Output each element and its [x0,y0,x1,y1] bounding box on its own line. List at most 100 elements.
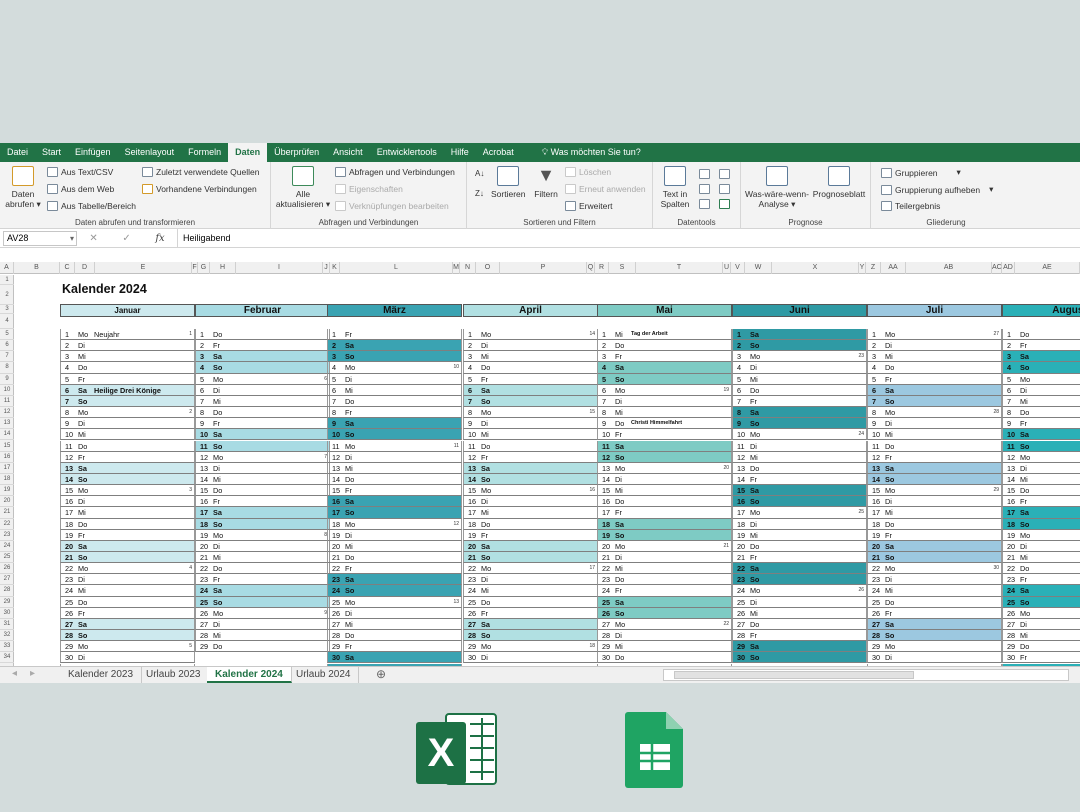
calendar-day[interactable]: 2 Di [60,340,195,352]
from-web-button[interactable]: Aus dem Web [47,184,114,194]
calendar-day[interactable]: 23 Di [463,574,598,586]
calendar-day[interactable]: 25 Sa [597,596,732,608]
calendar-day[interactable]: 15 Do [195,485,330,497]
calendar-day[interactable]: 12 Fr [60,451,195,463]
calendar-day[interactable]: 22 Do [1002,563,1080,575]
name-box[interactable]: AV28 [3,230,77,246]
calendar-day[interactable]: 8 Do [1002,407,1080,419]
calendar-day[interactable]: 26 Fr [60,607,195,619]
flash-fill-icon[interactable] [699,169,710,179]
calendar-day[interactable]: 30 Di [60,652,195,664]
calendar-day[interactable]: 9 Di [463,418,598,430]
calendar-day[interactable]: 12 Di [327,451,462,463]
calendar-day[interactable]: 9 So [732,418,867,430]
calendar-day[interactable]: 3 Sa [195,351,330,363]
calendar-day[interactable]: 19 Di [327,529,462,541]
calendar-day[interactable]: 17 Mi [60,507,195,519]
calendar-day[interactable]: 6 Di [195,384,330,396]
calendar-day[interactable]: 4 So [195,362,330,374]
menu-acrobat[interactable]: Acrobat [476,143,521,162]
recent-sources-button[interactable]: Zuletzt verwendete Quellen [142,167,259,177]
calendar-day[interactable]: 5 Di [327,373,462,385]
calendar-day[interactable]: 6 Do [732,384,867,396]
calendar-day[interactable]: 10 Sa [195,429,330,441]
calendar-day[interactable]: 5 Mo 6 [195,373,330,385]
calendar-day[interactable]: 26 Mo 9 [195,607,330,619]
calendar-day[interactable]: 3 Sa [1002,351,1080,363]
calendar-day[interactable]: 3 Mo 23 [732,351,867,363]
calendar-day[interactable]: 30 So [732,652,867,664]
sort-za-button[interactable]: Z↓ [475,189,484,198]
calendar-day[interactable]: 9 Sa [327,418,462,430]
calendar-day[interactable]: 5 Fr [60,373,195,385]
calendar-day[interactable]: 27 Sa [867,618,1002,631]
properties-button[interactable]: Eigenschaften [335,184,403,194]
text-to-columns-button[interactable]: Text in Spalten [657,166,693,209]
calendar-day[interactable]: 12 Mo 7 [195,451,330,463]
calendar-day[interactable]: 17 Mi [463,507,598,519]
from-table-button[interactable]: Aus Tabelle/Bereich [47,201,136,211]
calendar-day[interactable]: 10 Mo 24 [732,429,867,441]
calendar-day[interactable]: 19 Mi [732,529,867,541]
calendar-day[interactable]: 27 Di [1002,618,1080,631]
calendar-day[interactable]: 20 Sa [60,540,195,552]
calendar-day[interactable]: 29 Mi [597,641,732,653]
calendar-day[interactable]: 9 Do Christi Himmelfahrt [597,418,732,430]
calendar-day[interactable]: 14 Fr [732,473,867,486]
calendar-day[interactable]: 7 Mi [1002,395,1080,408]
menu-einfügen[interactable]: Einfügen [68,143,118,162]
calendar-day[interactable]: 8 Fr [327,407,462,419]
calendar-day[interactable]: 8 Sa [732,407,867,419]
calendar-day[interactable]: 1 Do [1002,329,1080,341]
calendar-day[interactable]: 5 So [597,373,732,385]
calendar-day[interactable]: 23 Di [60,574,195,586]
calendar-day[interactable]: 16 Fr [1002,496,1080,508]
calendar-day[interactable]: 13 Do [732,462,867,474]
calendar-day[interactable]: 23 Di [867,574,1002,586]
menu-formeln[interactable]: Formeln [181,143,228,162]
calendar-day[interactable]: 14 So [867,473,1002,486]
calendar-day[interactable]: 13 Mi [327,462,462,474]
confirm-icon[interactable]: ✓ [122,233,130,244]
calendar-day[interactable]: 13 Sa [60,462,195,474]
calendar-day[interactable]: 24 Mi [60,585,195,597]
filter-button[interactable]: ▼ Filtern [531,166,561,199]
calendar-day[interactable]: 5 Fr [463,373,598,385]
calendar-day[interactable]: 12 Mi [732,451,867,463]
calendar-day[interactable]: 16 Fr [195,496,330,508]
calendar-day[interactable]: 21 So [60,552,195,564]
tell-me-search[interactable]: 💡︎ Was möchten Sie tun? [535,143,648,162]
calendar-day[interactable]: 9 Di [60,418,195,430]
calendar-day[interactable]: 10 Mi [463,429,598,441]
calendar-day[interactable]: 21 Di [597,552,732,564]
calendar-day[interactable]: 15 Mo 29 [867,485,1002,497]
calendar-day[interactable]: 11 Mo 11 [327,440,462,452]
calendar-day[interactable]: 28 Fr [732,630,867,642]
tab-scroll-right-icon[interactable]: ▸ [30,668,35,679]
add-sheet-icon[interactable]: ⊕ [376,667,386,681]
menu-daten[interactable]: Daten [228,143,268,162]
calendar-day[interactable]: 1 Mo 27 [867,329,1002,341]
calendar-day[interactable]: 19 Fr [60,529,195,541]
calendar-day[interactable]: 21 So [867,552,1002,564]
calendar-day[interactable]: 15 Mi [597,485,732,497]
calendar-day[interactable]: 27 Di [195,618,330,631]
calendar-day[interactable]: 7 Di [597,395,732,408]
what-if-button[interactable]: Was-wäre-wenn- Analyse ▾ [745,166,809,209]
menu-überprüfen[interactable]: Überprüfen [267,143,326,162]
calendar-day[interactable]: 7 Do [327,395,462,408]
calendar-day[interactable]: 24 Mo 26 [732,585,867,597]
calendar-day[interactable]: 22 Mo 30 [867,563,1002,575]
calendar-day[interactable]: 28 So [463,630,598,642]
calendar-day[interactable]: 16 Do [597,496,732,508]
calendar-day[interactable]: 2 So [732,340,867,352]
calendar-day[interactable]: 29 Do [195,641,330,653]
calendar-day[interactable]: 28 Di [597,630,732,642]
calendar-day[interactable]: 18 Sa [597,518,732,530]
calendar-day[interactable]: 17 So [327,507,462,519]
calendar-day[interactable]: 6 Mo 19 [597,384,732,396]
calendar-day[interactable]: 2 Di [463,340,598,352]
calendar-day[interactable]: 18 Do [867,518,1002,530]
calendar-day[interactable]: 14 So [60,473,195,486]
calendar-day[interactable]: 18 Mo 12 [327,518,462,530]
